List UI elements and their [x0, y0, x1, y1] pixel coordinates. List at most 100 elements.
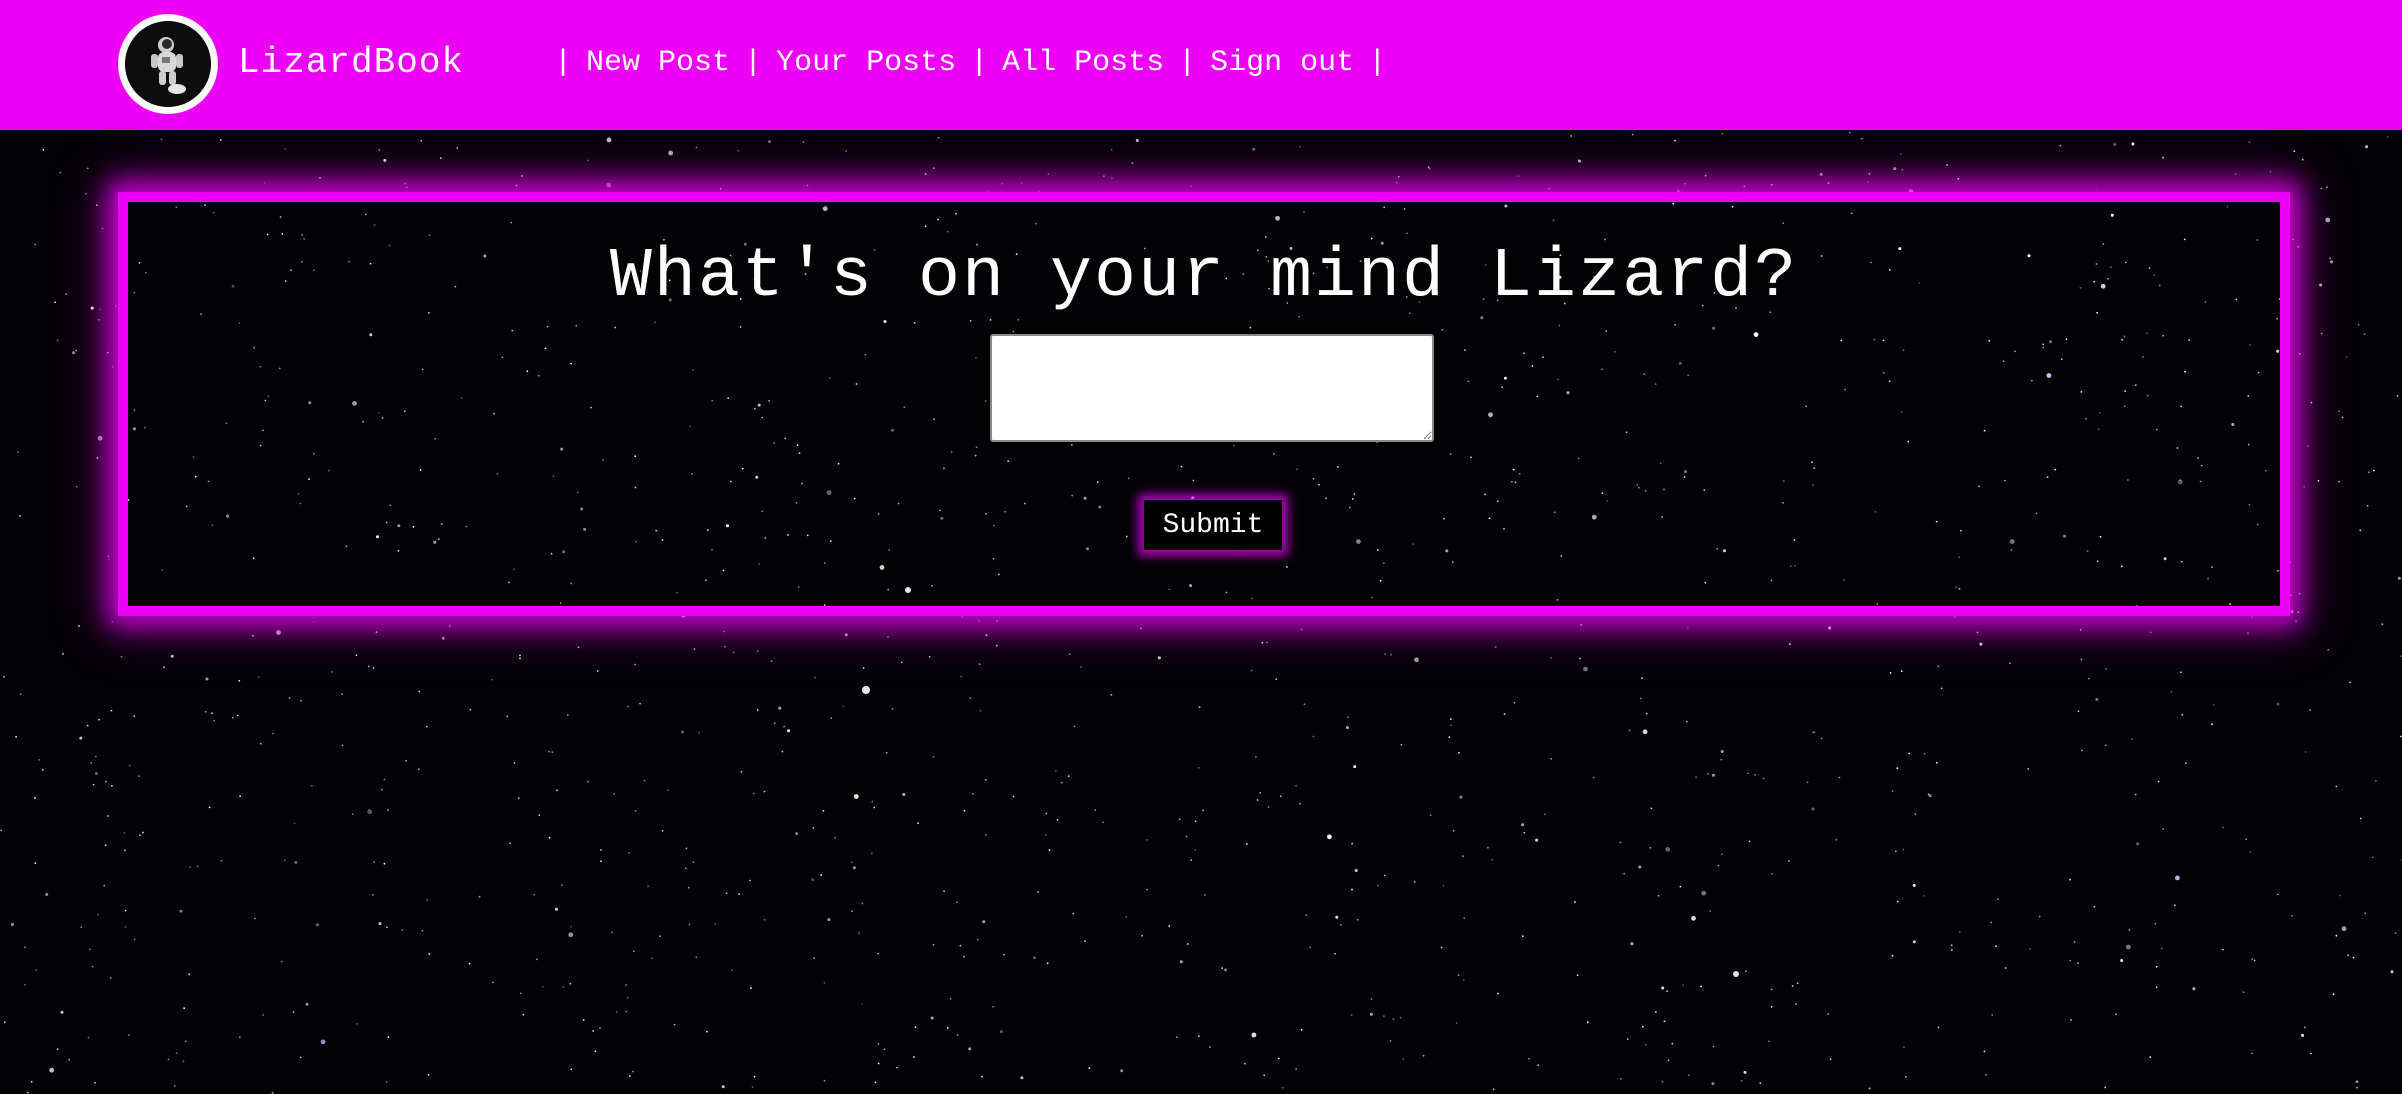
star: [1458, 751, 1460, 754]
star: [1835, 838, 1838, 841]
star: [305, 1002, 309, 1006]
star: [928, 656, 931, 658]
star: [163, 666, 165, 669]
star: [724, 645, 726, 648]
page-title: What's on your mind Lizard?: [609, 238, 1799, 317]
star: [509, 842, 512, 845]
star: [2373, 469, 2375, 472]
star: [101, 227, 104, 230]
star: [1503, 713, 1506, 715]
star: [1819, 172, 1823, 176]
star: [834, 836, 836, 839]
star: [1056, 819, 1059, 821]
post-textarea[interactable]: [990, 334, 1434, 442]
star: [2170, 690, 2173, 693]
star: [75, 349, 78, 352]
star: [844, 633, 848, 637]
star: [1045, 812, 1048, 815]
star: [205, 677, 209, 681]
star: [1060, 781, 1063, 784]
star: [615, 1011, 618, 1013]
star: [2088, 677, 2090, 680]
star: [1178, 818, 1181, 821]
star: [10, 922, 14, 926]
star: [448, 625, 451, 627]
star: [381, 788, 383, 791]
star: [1259, 791, 1262, 794]
star: [1194, 849, 1197, 851]
star: [1073, 725, 1076, 728]
star: [1795, 1003, 1797, 1005]
star: [383, 862, 386, 865]
nav-link-your-posts[interactable]: Your Posts: [776, 46, 956, 80]
star: [522, 1013, 525, 1016]
star: [92, 783, 95, 786]
star: [1745, 970, 1747, 972]
star: [1912, 883, 1916, 887]
star: [1820, 737, 1823, 740]
star: [1748, 840, 1751, 843]
star: [420, 140, 423, 142]
star: [439, 157, 442, 160]
star: [238, 1036, 241, 1039]
star: [1046, 962, 1049, 965]
star: [2325, 217, 2331, 223]
star: [236, 714, 239, 717]
nav-separator: |: [1368, 46, 1387, 80]
star: [189, 866, 191, 869]
star: [1740, 1079, 1743, 1082]
star: [1912, 940, 1916, 944]
star: [1583, 666, 1588, 672]
submit-button[interactable]: Submit: [1144, 500, 1282, 550]
star: [2130, 738, 2133, 740]
star: [1392, 1018, 1395, 1020]
star: [2253, 959, 2256, 962]
star: [562, 986, 565, 988]
nav-link-sign-out[interactable]: Sign out: [1210, 46, 1354, 80]
star: [252, 634, 254, 637]
star: [425, 725, 428, 728]
star: [982, 920, 986, 924]
star: [1397, 175, 1400, 178]
star: [1860, 137, 1863, 140]
star: [820, 874, 823, 876]
star: [90, 306, 94, 310]
star: [2356, 1086, 2359, 1089]
star: [41, 769, 44, 771]
star: [1623, 872, 1626, 875]
star: [2029, 948, 2031, 950]
star: [781, 750, 784, 753]
star: [1667, 1059, 1670, 1062]
star: [259, 742, 262, 745]
star: [1650, 807, 1653, 810]
star: [1020, 182, 1023, 184]
nav-link-new-post[interactable]: New Post: [586, 46, 730, 80]
star: [1712, 1045, 1715, 1048]
star: [272, 732, 274, 735]
star: [628, 1075, 631, 1077]
nav-link-all-posts[interactable]: All Posts: [1002, 46, 1164, 80]
star: [1991, 1014, 1994, 1016]
star: [548, 836, 551, 839]
star: [2320, 332, 2323, 335]
star: [238, 679, 241, 682]
avatar[interactable]: [118, 14, 218, 114]
star: [1687, 627, 1689, 630]
star: [871, 801, 874, 803]
brand-title[interactable]: LizardBook: [238, 38, 464, 88]
star: [2157, 780, 2160, 783]
star: [65, 293, 67, 295]
star: [885, 751, 888, 754]
star: [1674, 139, 1676, 142]
top-navbar: LizardBook | New Post | Your Posts | All…: [0, 0, 2402, 130]
star: [1442, 884, 1445, 887]
star: [219, 139, 222, 141]
star: [853, 794, 859, 799]
star: [99, 308, 102, 311]
star: [740, 770, 743, 773]
star: [956, 901, 958, 904]
star: [2371, 856, 2374, 859]
star: [341, 693, 343, 695]
star: [2319, 283, 2323, 287]
star: [577, 646, 580, 649]
